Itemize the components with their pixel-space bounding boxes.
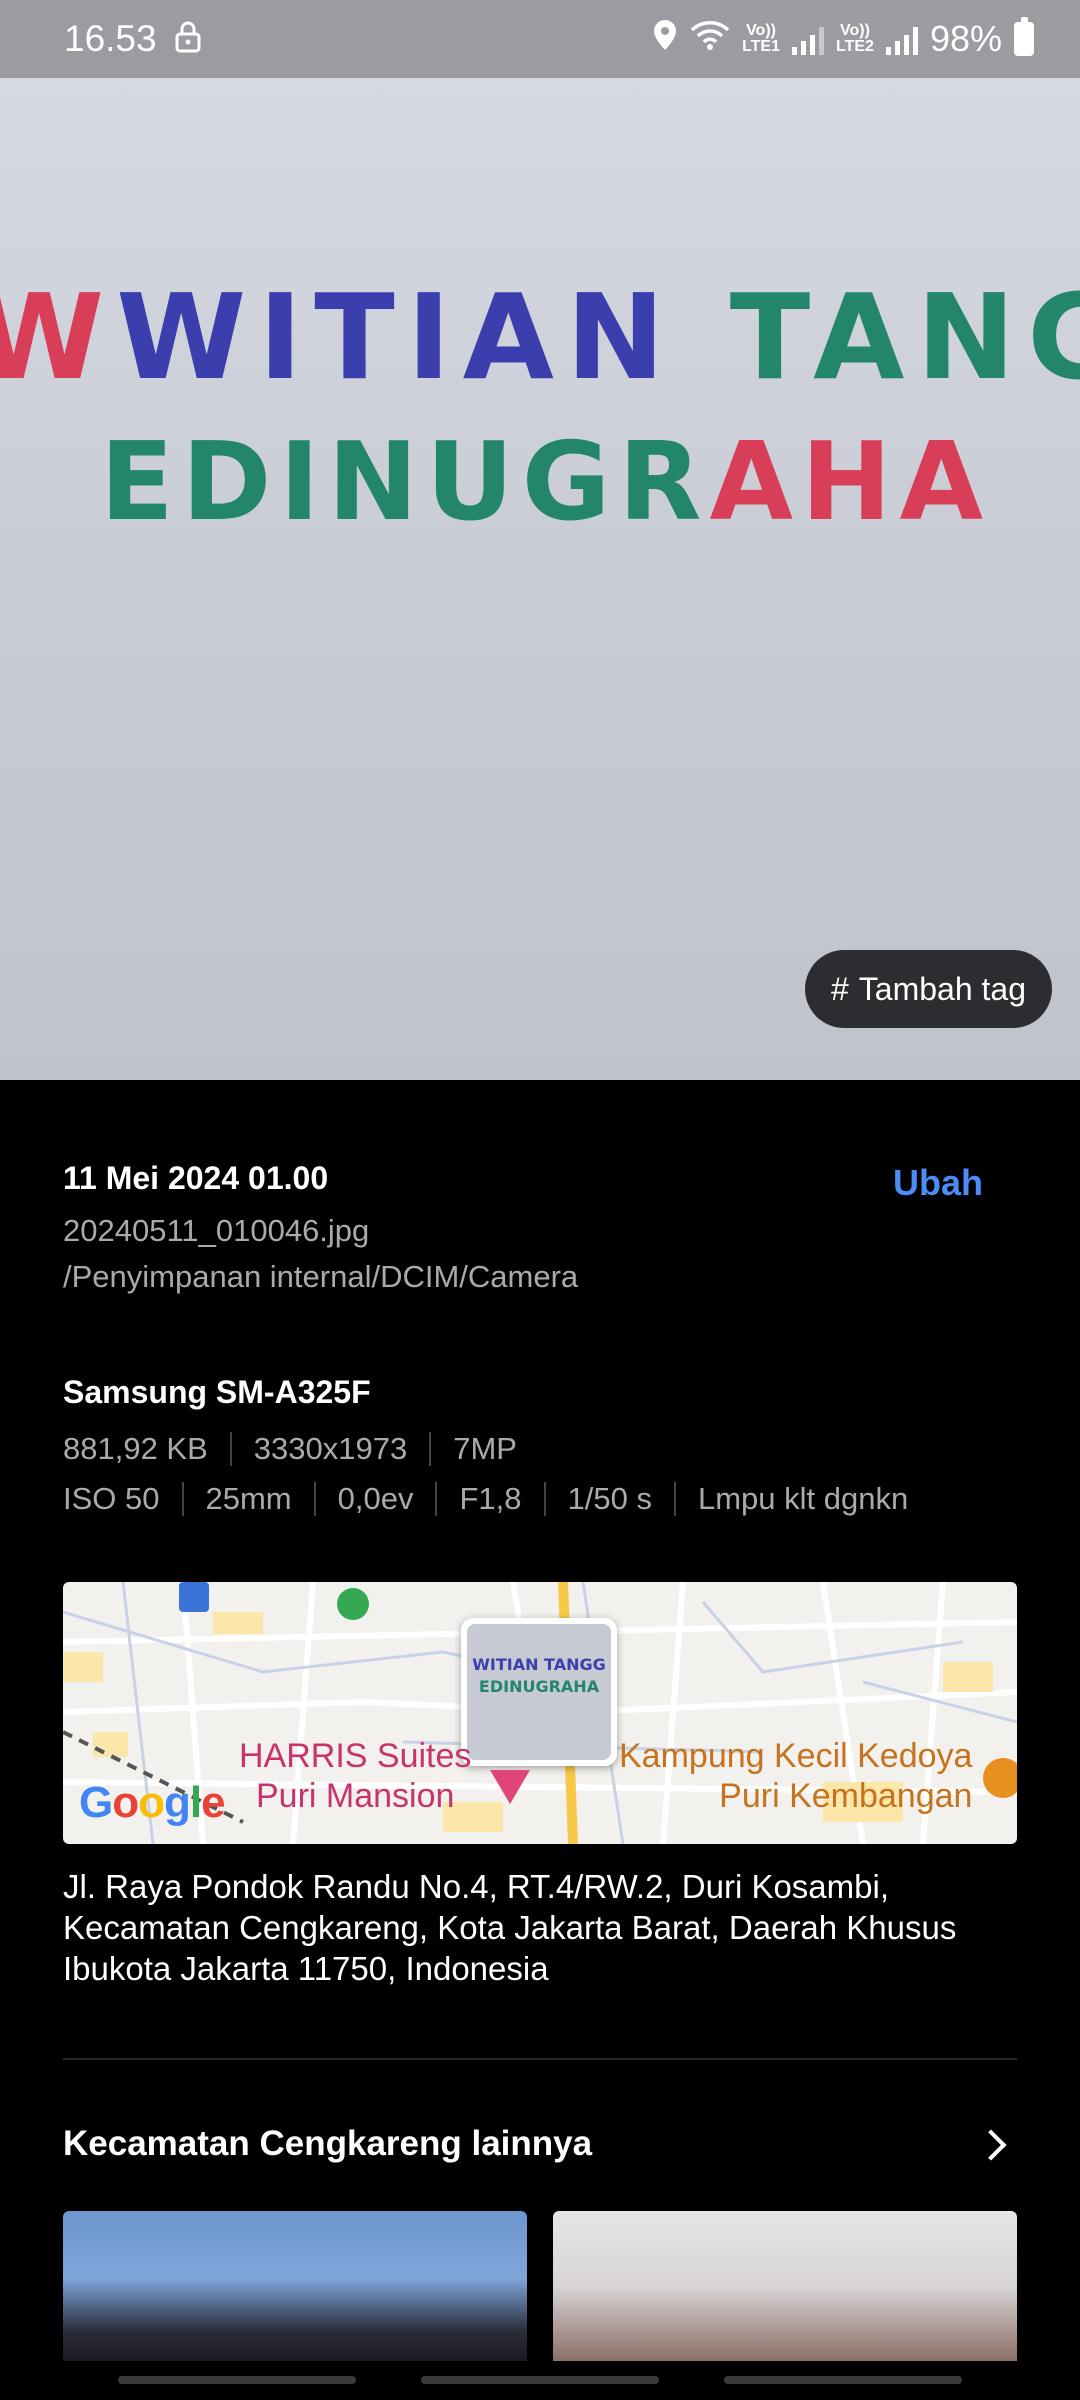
lte2-label: LTE2: [836, 38, 874, 55]
file-name: 20240511_010046.jpg: [63, 1213, 370, 1248]
nav-back-button[interactable]: [724, 2376, 962, 2384]
location-address: Jl. Raya Pondok Randu No.4, RT.4/RW.2, D…: [63, 1868, 957, 1987]
status-bar: 16.53 Vo)) LTE1 Vo)) LTE2 98%: [0, 0, 1080, 78]
related-photo-thumbnail[interactable]: [553, 2211, 1017, 2361]
google-logo: Google: [79, 1778, 226, 1827]
board-text-part-red: W: [0, 268, 117, 406]
clock: 16.53: [64, 18, 157, 59]
megapixels: 7MP: [429, 1432, 539, 1466]
iso: ISO 50: [63, 1481, 160, 1516]
poi-2-line1: Kampung Kecil Kedoya: [619, 1737, 973, 1775]
wifi-icon: [690, 18, 730, 60]
shutter-speed: 1/50 s: [543, 1482, 674, 1516]
lock-icon: [175, 21, 201, 58]
poi-1-line1: HARRIS Suites: [239, 1737, 472, 1775]
lte1-label: LTE1: [742, 38, 780, 55]
poi-2-line2: Puri Kembangan: [719, 1777, 973, 1815]
nav-home-button[interactable]: [421, 2376, 659, 2384]
divider: [63, 2058, 1017, 2060]
nav-recent-button[interactable]: [118, 2376, 356, 2384]
thumb-text-line1: WITIAN TANGG: [472, 1655, 606, 1674]
photo-preview[interactable]: WWITIAN TANGG EDINUGRAHA # Tambah tag: [0, 78, 1080, 1080]
board-text-line2: EDINUGRAHA: [100, 420, 1080, 545]
photo-datetime: 11 Mei 2024 01.00: [63, 1160, 329, 1196]
navigation-bar: [0, 2362, 1080, 2400]
thumb-text-line2: EDINUGRAHA: [478, 1677, 600, 1696]
hash-icon: #: [830, 970, 849, 1007]
related-photo-thumbnail[interactable]: [63, 2211, 527, 2361]
signal-1-icon: [792, 23, 824, 55]
related-location-title[interactable]: Kecamatan Cengkareng lainnya: [63, 2124, 592, 2164]
file-details: 11 Mei 2024 01.00 Ubah 20240511_010046.j…: [63, 1160, 1017, 1295]
map-photo-thumbnail[interactable]: WITIAN TANGG EDINUGRAHA: [461, 1618, 617, 1766]
file-specs-row: 881,92 KB 3330x1973 7MP: [63, 1432, 539, 1466]
signal-2-icon: [885, 23, 918, 55]
board-text-line1: WWITIAN TANGG: [0, 268, 1080, 406]
file-path: /Penyimpanan internal/DCIM/Camera: [63, 1259, 579, 1294]
add-tag-button[interactable]: # Tambah tag: [804, 950, 1052, 1028]
lte1-indicator: Vo)) LTE1: [742, 23, 780, 55]
add-tag-label: Tambah tag: [858, 970, 1026, 1007]
edit-button[interactable]: Ubah: [893, 1162, 983, 1204]
location-map[interactable]: WITIAN TANGG EDINUGRAHA HARRIS Suites Pu…: [63, 1582, 1017, 1844]
board-text-part-blue: WITIAN: [116, 268, 730, 406]
lte2-indicator: Vo)) LTE2: [836, 23, 874, 55]
focal-length: 25mm: [181, 1482, 314, 1516]
battery-icon: [1014, 17, 1034, 56]
thumbnail-image: WITIAN TANGG EDINUGRAHA: [467, 1624, 611, 1760]
map-pin-icon: [490, 1770, 530, 1804]
exposure: 0,0ev: [313, 1482, 436, 1516]
lte1-volte-label: Vo)): [746, 22, 776, 39]
location-icon: [652, 18, 678, 61]
lte2-volte-label: Vo)): [840, 22, 870, 39]
board-text-part-red: AHA: [709, 420, 992, 545]
file-size: 881,92 KB: [63, 1431, 208, 1466]
battery-percent: 98%: [929, 18, 1002, 59]
map-poi-harris: HARRIS Suites Puri Mansion: [239, 1736, 471, 1816]
poi-1-line2: Puri Mansion: [255, 1777, 455, 1815]
device-model: Samsung SM-A325F: [63, 1374, 371, 1410]
board-text-part-green: TANGG: [729, 268, 1080, 406]
chevron-right-icon[interactable]: [975, 2129, 1007, 2161]
aperture: F1,8: [435, 1482, 543, 1516]
resolution: 3330x1973: [229, 1432, 429, 1466]
board-text-part-green: EDINUGR: [100, 420, 710, 545]
flash-status: Lmpu klt dgnkn: [673, 1482, 930, 1516]
camera-specs-row: ISO 50 25mm 0,0ev F1,8 1/50 s Lmpu klt d…: [63, 1482, 930, 1516]
map-poi-kampung: Kampung Kecil Kedoya Puri Kembangan: [619, 1736, 972, 1816]
